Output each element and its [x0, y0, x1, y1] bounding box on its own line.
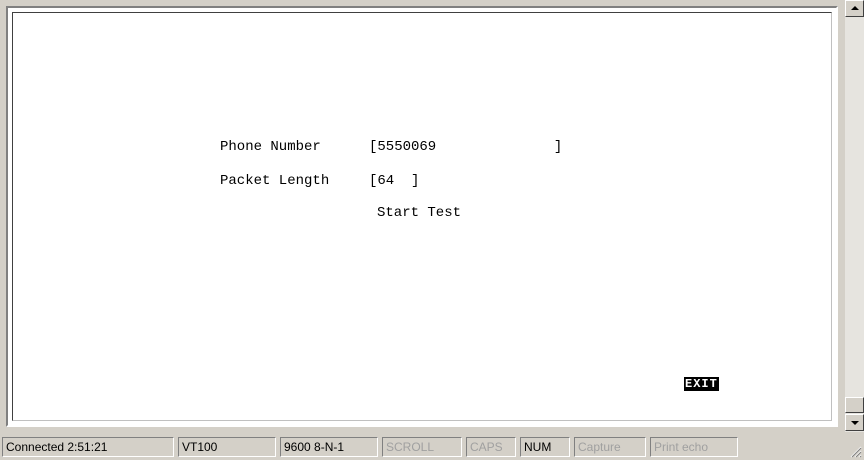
resize-grip-icon[interactable]	[850, 446, 862, 458]
phone-number-field[interactable]: [5550069 ]	[369, 139, 562, 155]
vertical-scrollbar[interactable]	[845, 0, 864, 432]
status-port-settings: 9600 8-N-1	[280, 437, 378, 457]
status-emulation: VT100	[178, 437, 276, 457]
phone-number-label: Phone Number	[220, 139, 321, 155]
status-print-echo: Print echo	[650, 437, 738, 457]
status-caps: CAPS	[466, 437, 516, 457]
scroll-down-button[interactable]	[845, 414, 864, 431]
status-scroll: SCROLL	[382, 437, 462, 457]
exit-button[interactable]: EXIT	[684, 377, 719, 391]
packet-length-field[interactable]: [64 ]	[369, 173, 419, 189]
status-num: NUM	[520, 437, 570, 457]
terminal-screen[interactable]: Phone Number [5550069 ] Packet Length [6…	[12, 12, 832, 421]
status-connected: Connected 2:51:21	[2, 437, 174, 457]
arrow-up-icon	[851, 6, 859, 10]
status-bar: Connected 2:51:21 VT100 9600 8-N-1 SCROL…	[0, 434, 864, 460]
arrow-down-icon	[851, 421, 859, 425]
start-test-button[interactable]: Start Test	[377, 205, 461, 221]
scroll-up-button[interactable]	[845, 0, 864, 17]
terminal-frame: Phone Number [5550069 ] Packet Length [6…	[0, 0, 845, 432]
packet-length-label: Packet Length	[220, 173, 330, 189]
terminal-window[interactable]: Phone Number [5550069 ] Packet Length [6…	[6, 6, 838, 427]
status-capture: Capture	[574, 437, 646, 457]
scroll-thumb[interactable]	[845, 397, 864, 413]
